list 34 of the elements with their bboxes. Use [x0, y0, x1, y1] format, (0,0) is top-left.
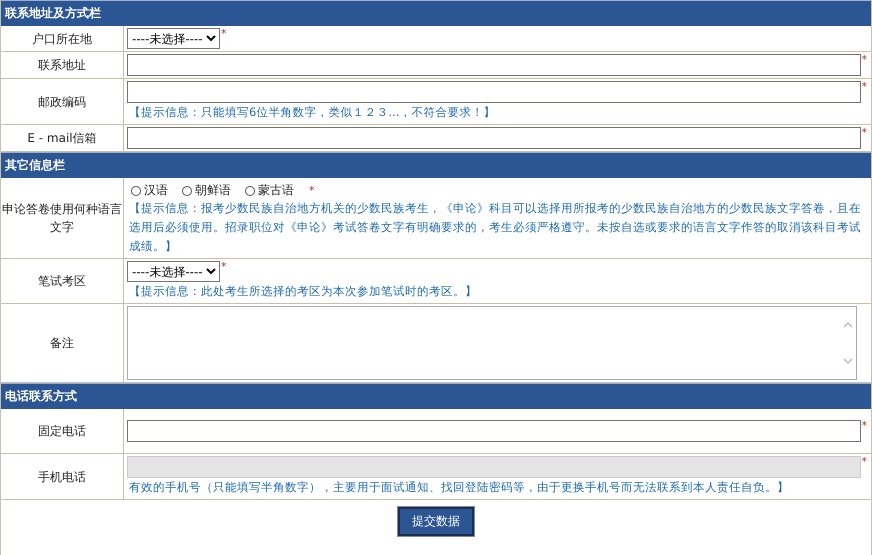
hint-text: 有效的手机号（只能填写半角数字），主要用于面试通知、找回登陆密码等，由于更换手机号而无法联系到本人责任自负。】: [128, 479, 790, 496]
field-label: 户口所在地: [1, 26, 124, 51]
field-label: 申论答卷使用何种语言文字: [1, 178, 124, 258]
field-label: 笔试考区: [1, 259, 124, 303]
dropdown[interactable]: ----未选择----: [127, 261, 220, 282]
text-field[interactable]: [127, 81, 860, 103]
radio-option[interactable]: 朝鲜语: [182, 182, 231, 199]
required-mark: *: [221, 28, 226, 40]
hint-text: 【提示信息：报考少数民族自治地方机关的少数民族考生，《申论》科目可以选择用所报考的少数民族自治地方的少数民族文字答卷，且在选用后必须使用。招录职位对《申论》考试答卷文字有明确要求的，考生必须严格遵守。未按自选或要求的语言文字作答的取消该科目考试成绩。】: [128, 200, 862, 255]
text-field[interactable]: [127, 127, 860, 149]
required-mark: *: [862, 127, 867, 139]
radio-option[interactable]: 蒙古语: [245, 182, 294, 199]
hint-text: 【提示信息：只能填写6位半角数字，类似１２３...，不符合要求！】: [128, 104, 496, 121]
field-label: E - mail信箱: [1, 125, 124, 151]
section-header: 电话联系方式: [1, 383, 871, 409]
text-field[interactable]: [127, 54, 860, 76]
field-label: 备注: [1, 304, 124, 382]
submit-button[interactable]: 提交数据: [398, 506, 474, 536]
field-label: 联系地址: [1, 52, 124, 78]
required-mark: *: [221, 261, 226, 273]
section-header: 联系地址及方式栏: [1, 0, 871, 26]
section-header: 其它信息栏: [1, 152, 871, 178]
dropdown[interactable]: ----未选择----: [127, 28, 220, 49]
required-mark: *: [309, 184, 314, 196]
field-label: 邮政编码: [1, 79, 124, 124]
text-field[interactable]: [127, 420, 860, 442]
required-mark: *: [862, 420, 867, 432]
required-mark: *: [862, 81, 867, 93]
field-label: 固定电话: [1, 409, 124, 453]
hint-text: 【提示信息：此处考生所选择的考区为本次参加笔试时的考区。】: [128, 283, 478, 300]
field-label: 手机电话: [1, 454, 124, 499]
radio-option[interactable]: 汉语: [131, 182, 168, 199]
required-mark: *: [862, 456, 867, 468]
required-mark: *: [862, 54, 867, 66]
